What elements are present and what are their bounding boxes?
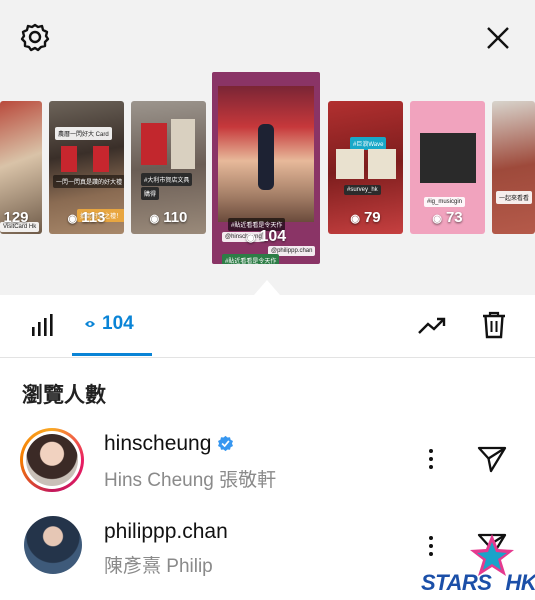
close-icon [487,27,509,49]
delete-button[interactable] [480,309,508,341]
trending-up-icon [418,317,446,334]
more-options-button[interactable] [427,449,435,469]
watermark-logo: STARS HK [421,532,535,598]
story-overlay-text: #大利市賀店文具 [141,173,193,186]
viewer-username[interactable]: hinscheung [104,432,234,456]
story-view-count: ◉ 104 [245,228,287,245]
bar-chart-icon [32,314,53,336]
viewer-fullname: Hins Cheung 張敬軒 [104,470,277,491]
avatar[interactable] [24,516,82,574]
story-overlay-text: 一閃一閃真是讚的好大禮 [53,175,124,188]
watermark-text: STARS HK [421,570,535,595]
send-message-button[interactable] [477,445,507,478]
selected-story-pointer [254,280,280,295]
eye-icon: ◉ [149,213,160,225]
avatar [26,434,78,486]
story-overlay-text: 一起來看看 [496,191,533,204]
eye-icon [85,321,95,327]
viewers-title: 瀏覽人數 [22,384,106,407]
story-view-count: ◉ 110 [149,209,188,226]
story-view-count: ◉ 73 [432,209,463,226]
viewer-username[interactable]: philippp.chan [104,520,228,544]
story-view-count: 129 [3,209,29,226]
insights-tabs: 104 [0,295,535,358]
settings-button[interactable] [18,20,52,54]
viewer-row[interactable]: hinscheung Hins Cheung 張敬軒 [0,418,535,508]
story-thumbnail[interactable]: #巨浪Wave #survey_hk ◉ 79 [328,101,403,234]
verified-badge-icon [218,435,234,452]
paper-plane-icon [477,446,507,473]
viewer-fullname: 陳彥熹 Philip [104,556,213,577]
story-thumbnail[interactable]: #ig_musicgin ◉ 73 [410,101,485,234]
eye-icon: ◉ [350,213,360,225]
trend-button[interactable] [416,313,448,339]
story-overlay-text: 農曆一閃好大 Card [55,127,112,140]
story-thumbnail[interactable]: 農曆一閃好大 Card 一閃一閃真是讚的好大禮 抽到好禮之禮！ ◉ 113 [49,101,124,234]
story-thumbnail[interactable]: #大利市賀店文具 購得 ◉ 110 [131,101,206,234]
story-overlay-text: #survey_hk [344,185,381,195]
story-overlay-text: 購得 [141,187,160,200]
stories-header: VisitCard Hk 129 農曆一閃好大 Card 一閃一閃真是讚的好大禮… [0,0,535,295]
story-view-count: ◉ 79 [350,209,381,226]
story-overlay-text: #ig_musicgin [424,197,466,207]
trash-icon [483,311,505,339]
story-thumbnail[interactable]: 一起來看看 [492,101,535,234]
tab-viewers[interactable]: 104 [84,313,134,335]
eye-icon: ◉ [245,232,256,244]
active-tab-indicator [72,353,152,356]
close-button[interactable] [482,22,514,54]
gear-icon [20,23,50,52]
eye-icon: ◉ [67,213,78,225]
story-thumbnail[interactable]: VisitCard Hk 129 [0,101,42,234]
eye-icon: ◉ [432,213,442,225]
story-thumbnail-selected[interactable]: #貼近看看是令天作 @hinscheung @philippp.chan #貼近… [212,72,320,264]
tab-insights[interactable] [28,311,56,339]
views-count: 104 [102,313,134,334]
story-view-count: ◉ 113 [67,209,106,226]
avatar-story-ring[interactable] [20,428,84,492]
story-overlay-text: #貼近看看是令天作 [222,254,280,264]
